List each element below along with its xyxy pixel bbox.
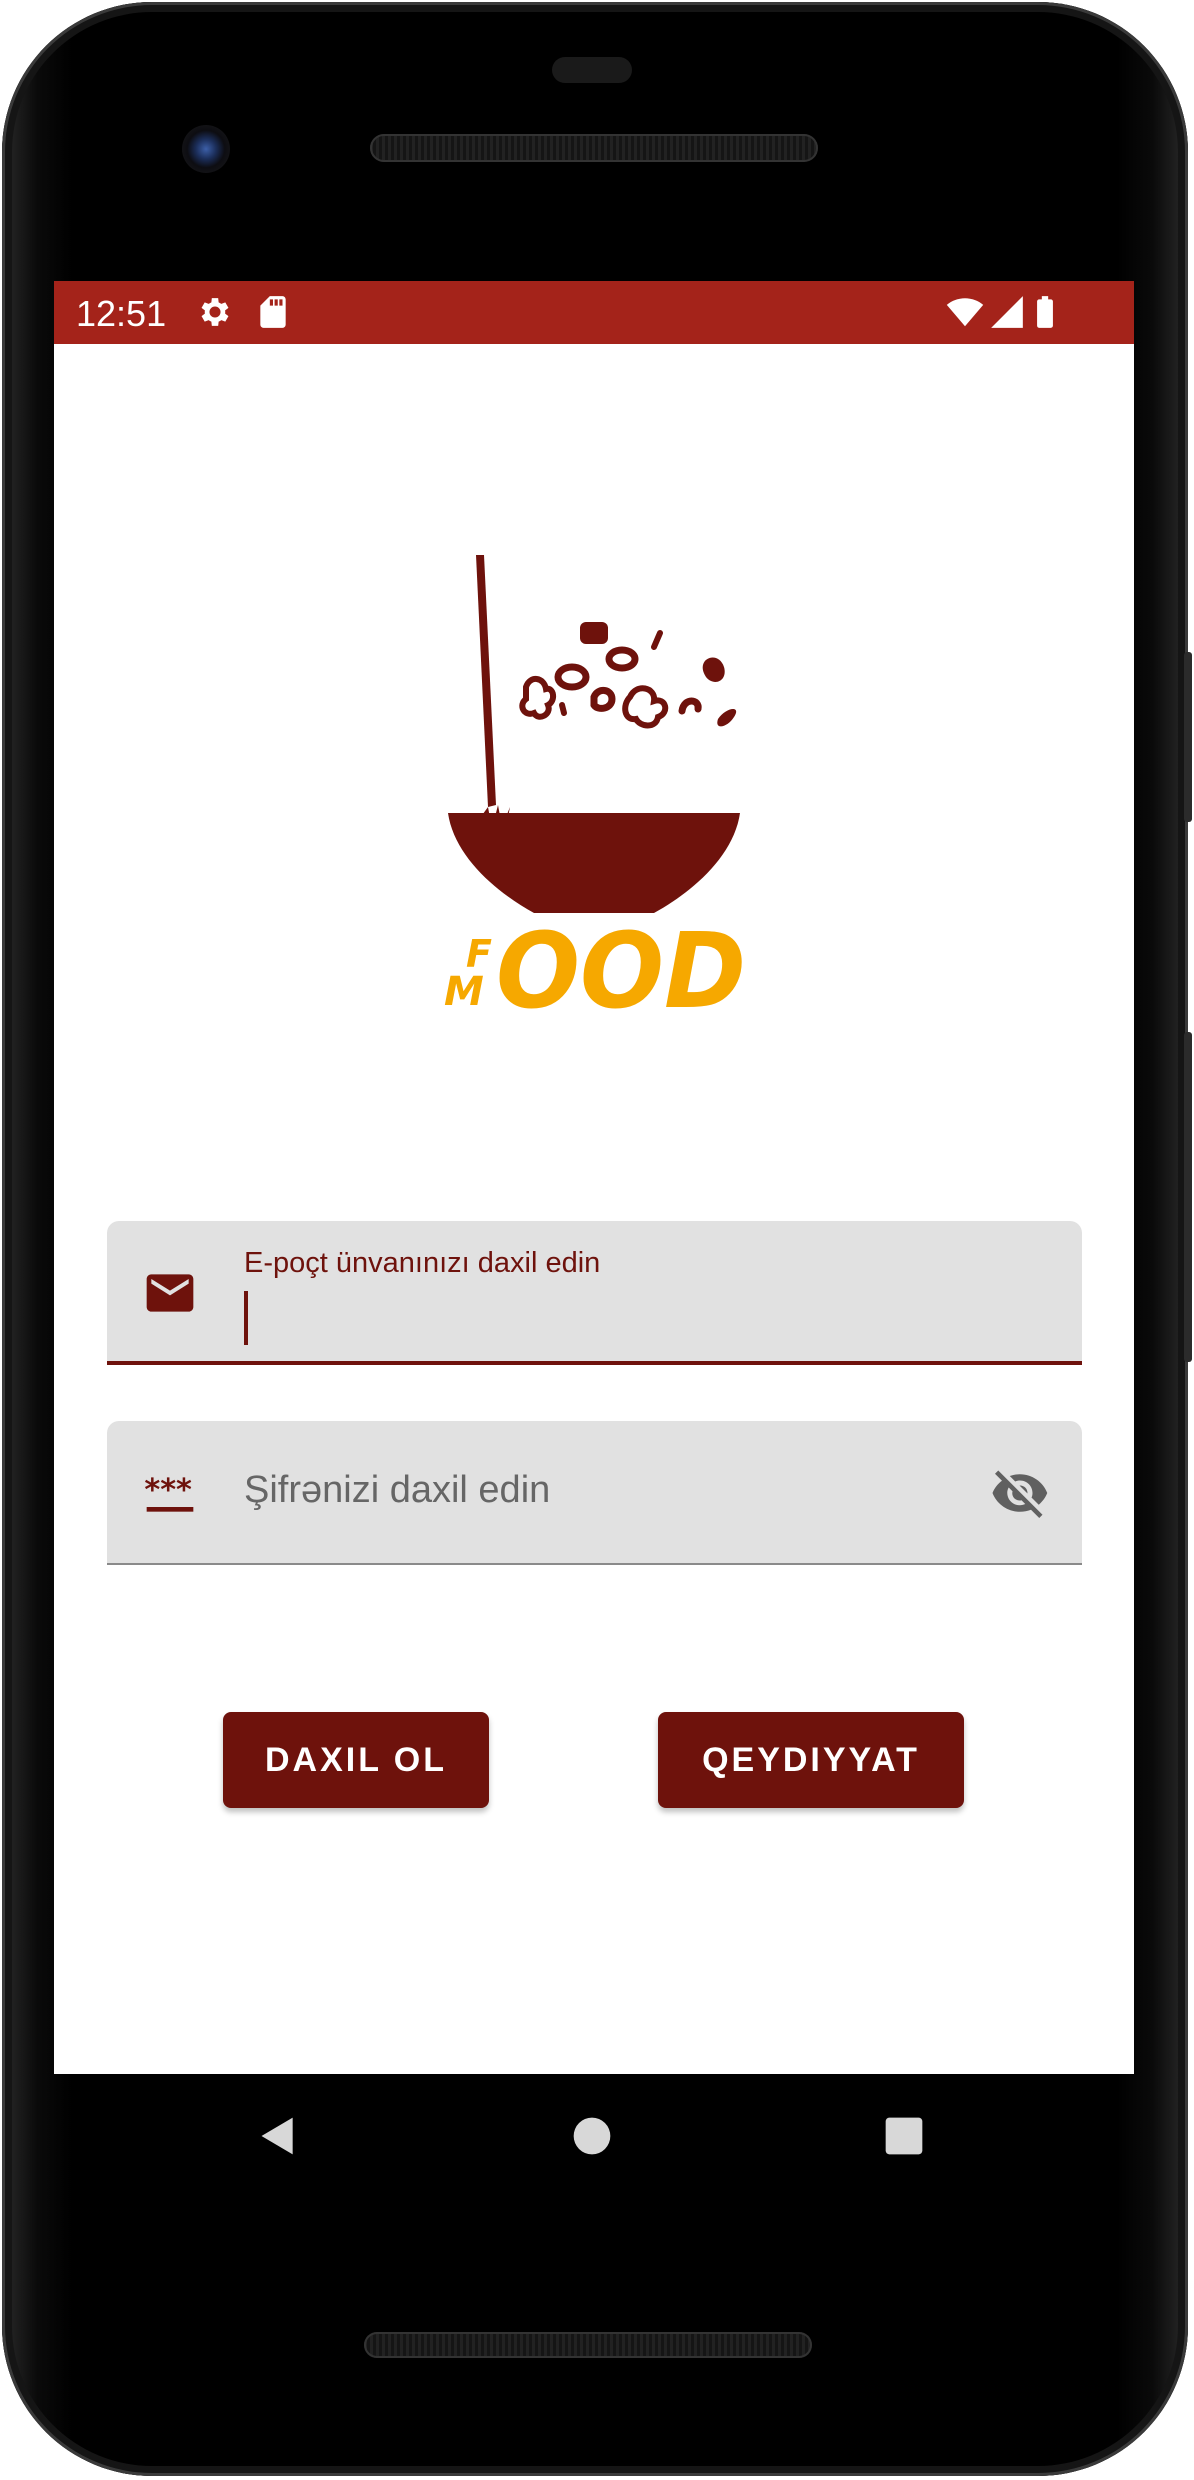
password-field[interactable]: *** Şifrənizi daxil edin <box>107 1421 1082 1565</box>
text-cursor <box>244 1291 248 1345</box>
email-field-label: E-poçt ünvanınızı daxil edin <box>244 1247 601 1279</box>
svg-text:***: *** <box>144 1473 192 1508</box>
status-bar: 12:51 <box>54 281 1134 344</box>
signal-icon <box>991 296 1023 328</box>
wifi-icon <box>946 298 984 327</box>
logo-letter-m: M <box>444 969 484 1015</box>
visibility-off-icon[interactable] <box>990 1463 1050 1523</box>
bottom-speaker <box>364 2332 812 2358</box>
power-button <box>1184 652 1192 822</box>
app-screen: 12:51 F M OOD E-poçt ünvanınızı daxil ed… <box>54 281 1134 2074</box>
gear-icon <box>201 298 229 326</box>
top-speaker <box>370 134 818 162</box>
phone-frame: 12:51 F M OOD E-poçt ünvanınızı daxil ed… <box>2 2 1192 2476</box>
recents-icon[interactable] <box>882 2114 926 2158</box>
sd-card-icon <box>260 296 286 328</box>
status-time: 12:51 <box>76 293 167 334</box>
fmood-logo: F M OOD <box>444 555 746 1032</box>
home-icon[interactable] <box>570 2114 614 2158</box>
register-button[interactable]: QEYDIYYAT <box>658 1712 964 1808</box>
back-icon[interactable] <box>256 2114 300 2158</box>
battery-icon <box>1037 296 1053 328</box>
top-sensor <box>552 57 632 83</box>
logo-letters-ood: OOD <box>496 910 746 1032</box>
password-placeholder: Şifrənizi daxil edin <box>244 1469 551 1511</box>
password-icon: *** <box>144 1473 194 1512</box>
front-camera <box>182 125 230 173</box>
login-button[interactable]: DAXIL OL <box>223 1712 489 1808</box>
mail-icon <box>146 1274 194 1312</box>
email-field[interactable]: E-poçt ünvanınızı daxil edin <box>107 1221 1082 1365</box>
volume-button <box>1184 1032 1192 1362</box>
